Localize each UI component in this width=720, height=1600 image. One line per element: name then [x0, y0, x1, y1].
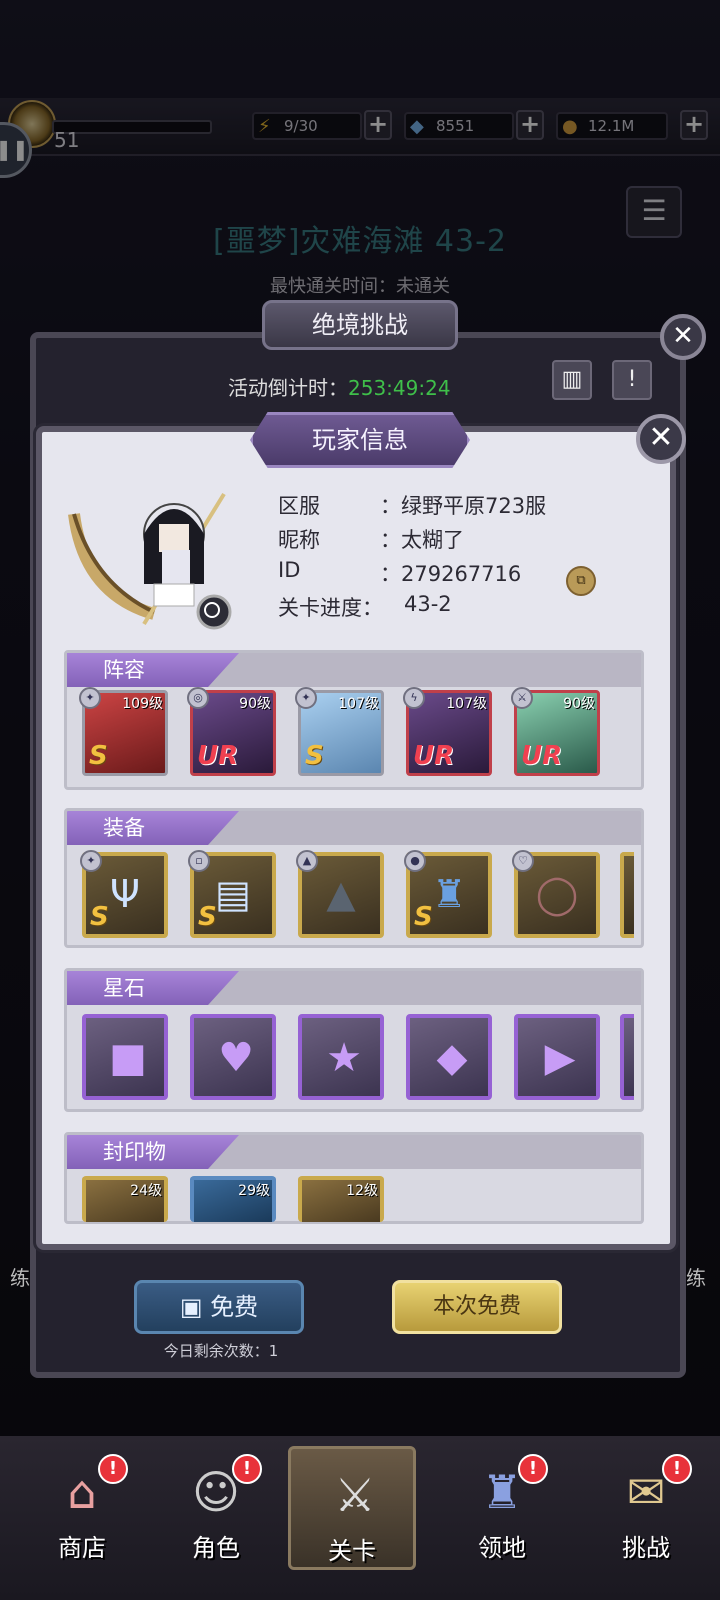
progress-label: 关卡进度：: [278, 596, 383, 620]
hero-slot[interactable]: ⚔ 90级 UR: [511, 687, 600, 776]
id-value: ：279267716: [380, 562, 522, 586]
witch-hat-icon: ▲: [326, 872, 356, 916]
alert-badge-icon: !: [98, 1454, 128, 1484]
square-gem-icon: ■: [109, 1035, 147, 1081]
hero-level: 107级: [338, 696, 379, 712]
hero-grade: UR: [521, 741, 563, 771]
side-label-left: 练: [10, 1266, 30, 1290]
equipment-slot-partial[interactable]: [620, 852, 634, 938]
hero-slot[interactable]: ✦ 107级 S: [295, 687, 384, 776]
star-gem-icon: ★: [326, 1035, 362, 1081]
free-label: 免费: [210, 1293, 259, 1321]
equipment-slot[interactable]: ▫ ▤ S: [188, 850, 276, 938]
seal-level: 29级: [238, 1183, 270, 1199]
ring-icon: ◯: [535, 872, 579, 916]
region-label: 区服: [278, 494, 320, 518]
nav-shop[interactable]: ⌂ ! 商店: [18, 1446, 146, 1570]
seal-slot[interactable]: 12级: [298, 1176, 384, 1222]
countdown-value: 253:49:24: [348, 376, 451, 400]
equipment-slot[interactable]: ▲ ▲: [296, 850, 384, 938]
challenge-close-button[interactable]: ✕: [660, 314, 706, 360]
nav-challenge-label: 挑战: [622, 1534, 670, 1562]
close-button[interactable]: ✕: [636, 414, 686, 464]
sword-icon: ⚔: [511, 687, 533, 709]
game-screen: { "topbar": { "level": "51", "stamina": …: [0, 0, 720, 1600]
triangle-gem-icon: ▶: [544, 1035, 576, 1081]
copy-icon[interactable]: ⧉: [566, 566, 596, 596]
player-avatar[interactable]: [64, 484, 244, 634]
progress-value: 43-2: [404, 592, 452, 616]
starstone-slot[interactable]: ■: [82, 1014, 168, 1100]
id-label: ID: [278, 558, 301, 582]
hero-slot[interactable]: ✦ 109级 S: [79, 687, 168, 776]
free-this-time-button[interactable]: 本次免费: [392, 1280, 562, 1334]
seal-level: 24级: [130, 1183, 162, 1199]
lightning-icon: ϟ: [403, 687, 425, 709]
side-label-right: 练: [686, 1266, 706, 1290]
nav-character-label: 角色: [192, 1534, 240, 1562]
crossed-swords-icon: ⚔: [334, 1468, 376, 1522]
hero-level: 107级: [446, 696, 487, 712]
hero-grade: UR: [197, 741, 239, 771]
hero-level: 90级: [239, 696, 271, 712]
hero-grade: S: [89, 741, 108, 771]
region-value: ：绿野平原723服: [380, 494, 547, 518]
info-icon[interactable]: !: [612, 360, 652, 400]
hero-slot[interactable]: ◎ 90级 UR: [187, 687, 276, 776]
equip-grade: S: [414, 902, 433, 932]
hero-level: 109级: [122, 696, 163, 712]
nav-character[interactable]: ☺ ! 角色: [152, 1446, 280, 1570]
alert-badge-icon: !: [518, 1454, 548, 1484]
hero-level: 90级: [563, 696, 595, 712]
tv-icon: ▣: [179, 1293, 211, 1321]
bottom-nav: ⌂ ! 商店 ☺ ! 角色 ⚔ 关卡 ♜ ! 领地 ✉ ! 挑战: [0, 1436, 720, 1600]
free-video-button[interactable]: ▣ 免费: [134, 1280, 304, 1334]
diamond-gem-icon: ◆: [436, 1035, 468, 1081]
free-remaining: 今日剩余次数：1: [163, 1342, 279, 1360]
ranking-icon[interactable]: ▥: [552, 360, 592, 400]
equipment-slot[interactable]: ♡ ◯: [512, 850, 600, 938]
player-info-title: 玩家信息: [250, 412, 470, 468]
mage-icon: ✦: [79, 687, 101, 709]
hero-slot[interactable]: ϟ 107级 UR: [403, 687, 492, 776]
swirl-icon: ◎: [187, 687, 209, 709]
staff-icon: ✦: [295, 687, 317, 709]
alert-badge-icon: !: [232, 1454, 262, 1484]
starstone-slot-partial[interactable]: [620, 1014, 634, 1100]
nav-territory-label: 领地: [478, 1534, 526, 1562]
starstone-slot[interactable]: ◆: [406, 1014, 492, 1100]
nav-challenge[interactable]: ✉ ! 挑战: [582, 1446, 710, 1570]
equipment-slot[interactable]: ● ♜ S: [404, 850, 492, 938]
nav-stage[interactable]: ⚔ 关卡: [288, 1446, 416, 1570]
nickname-label: 昵称: [278, 528, 320, 552]
equipment-slot[interactable]: ✦ Ψ S: [80, 850, 168, 938]
nav-stage-label: 关卡: [328, 1537, 376, 1565]
nav-shop-label: 商店: [58, 1534, 106, 1562]
seal-level: 12级: [346, 1183, 378, 1199]
starstone-slot[interactable]: ♥: [190, 1014, 276, 1100]
heart-gem-icon: ♥: [218, 1035, 254, 1081]
starstone-slot[interactable]: ★: [298, 1014, 384, 1100]
hero-grade: S: [305, 741, 324, 771]
countdown-label: 活动倒计时：: [228, 376, 348, 400]
nickname-value: ：太糊了: [380, 528, 464, 552]
starstone-slot[interactable]: ▶: [514, 1014, 600, 1100]
alert-badge-icon: !: [662, 1454, 692, 1484]
seal-slot[interactable]: 24级: [82, 1176, 168, 1222]
challenge-title: 绝境挑战: [262, 300, 458, 350]
event-countdown: 活动倒计时：253:49:24: [228, 372, 451, 401]
equip-grade: S: [198, 902, 217, 932]
hero-grade: UR: [413, 741, 455, 771]
equip-grade: S: [90, 902, 109, 932]
seal-slot[interactable]: 29级: [190, 1176, 276, 1222]
nav-territory[interactable]: ♜ ! 领地: [438, 1446, 566, 1570]
